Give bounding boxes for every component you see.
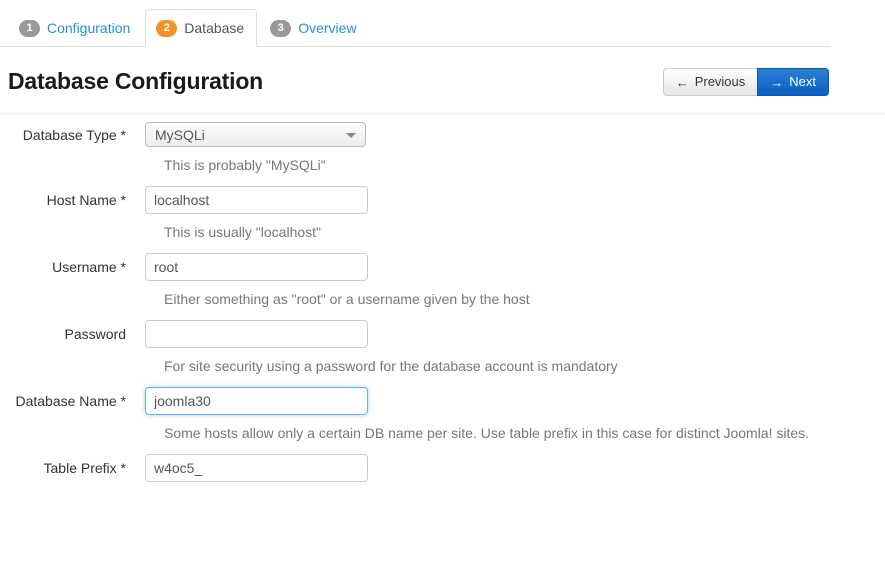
tab-label: Database	[184, 19, 244, 37]
chevron-down-icon	[346, 133, 356, 138]
database-name-control	[145, 387, 368, 415]
password-label: Password	[0, 325, 145, 343]
tab-database[interactable]: 2 Database	[145, 9, 257, 47]
installer-page: 1 Configuration 2 Database 3 Overview Da…	[0, 0, 885, 561]
previous-button[interactable]: ← Previous	[663, 68, 758, 96]
form-row-username: Username * Either something as "root" or…	[0, 253, 885, 308]
database-config-form: Database Type * MySQLi This is probably …	[0, 122, 885, 494]
tab-configuration[interactable]: 1 Configuration	[8, 9, 143, 47]
header-divider	[0, 113, 885, 114]
form-row-database-name: Database Name * Some hosts allow only a …	[0, 387, 885, 442]
host-name-control	[145, 186, 368, 214]
arrow-right-icon: →	[770, 76, 783, 89]
table-prefix-input[interactable]	[145, 454, 368, 482]
database-type-value: MySQLi	[155, 127, 205, 143]
database-name-label: Database Name *	[0, 392, 145, 410]
table-prefix-control	[145, 454, 368, 482]
tab-overview[interactable]: 3 Overview	[259, 9, 369, 47]
database-type-help: This is probably "MySQLi"	[164, 156, 885, 174]
form-row-database-type: Database Type * MySQLi This is probably …	[0, 122, 885, 174]
wizard-tabs: 1 Configuration 2 Database 3 Overview	[8, 9, 370, 47]
table-prefix-label: Table Prefix *	[0, 459, 145, 477]
username-label: Username *	[0, 258, 145, 276]
host-name-label: Host Name *	[0, 191, 145, 209]
database-type-control: MySQLi	[145, 122, 366, 147]
username-control	[145, 253, 368, 281]
form-row-password: Password For site security using a passw…	[0, 320, 885, 375]
step-number-badge: 2	[156, 20, 177, 37]
database-type-label: Database Type *	[0, 126, 145, 144]
tab-label: Overview	[298, 19, 356, 37]
next-button-label: Next	[789, 69, 816, 95]
database-type-select[interactable]: MySQLi	[145, 122, 366, 147]
password-input[interactable]	[145, 320, 368, 348]
username-help: Either something as "root" or a username…	[164, 290, 885, 308]
previous-button-label: Previous	[695, 69, 746, 95]
page-header: Database Configuration ← Previous → Next	[0, 47, 885, 113]
form-row-host-name: Host Name * This is usually "localhost"	[0, 186, 885, 241]
database-name-input[interactable]	[145, 387, 368, 415]
page-title: Database Configuration	[8, 66, 263, 96]
username-input[interactable]	[145, 253, 368, 281]
wizard-tabbar: 1 Configuration 2 Database 3 Overview	[0, 0, 830, 47]
database-name-help: Some hosts allow only a certain DB name …	[164, 424, 885, 442]
host-name-help: This is usually "localhost"	[164, 223, 885, 241]
wizard-nav-buttons: ← Previous → Next	[663, 68, 829, 96]
form-row-table-prefix: Table Prefix *	[0, 454, 885, 482]
password-control	[145, 320, 368, 348]
arrow-left-icon: ←	[676, 76, 689, 89]
step-number-badge: 1	[19, 20, 40, 37]
password-help: For site security using a password for t…	[164, 357, 885, 375]
next-button[interactable]: → Next	[757, 68, 829, 96]
tab-label: Configuration	[47, 19, 130, 37]
step-number-badge: 3	[270, 20, 291, 37]
host-name-input[interactable]	[145, 186, 368, 214]
